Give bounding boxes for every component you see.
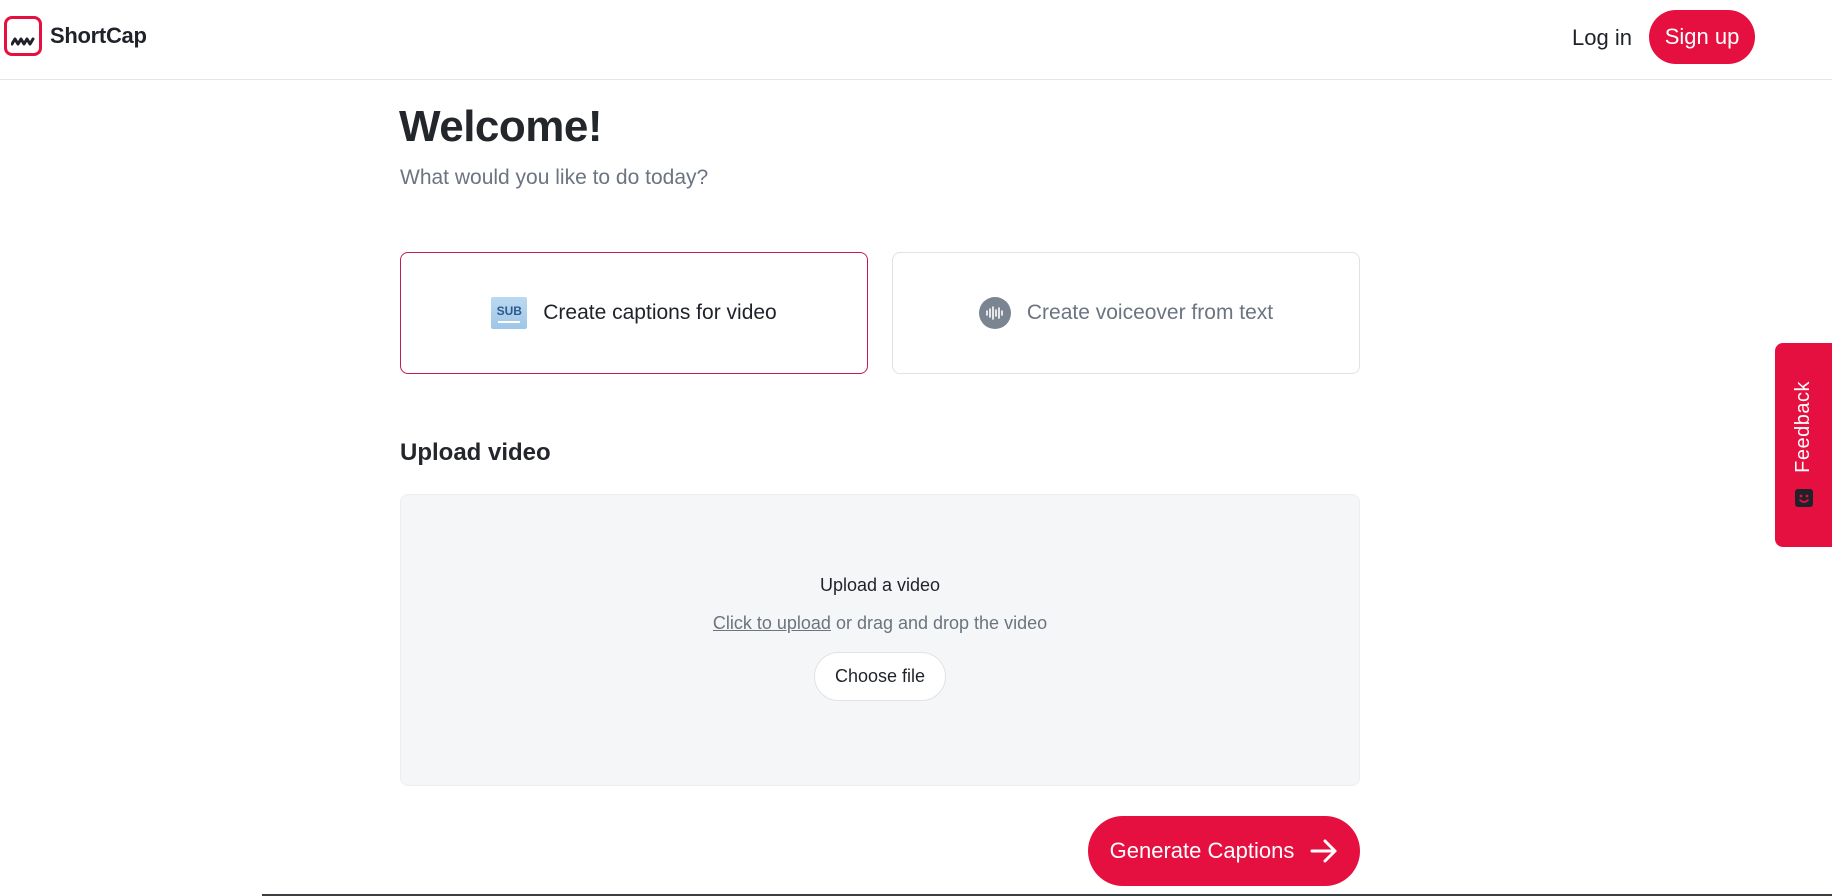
- upload-section-title: Upload video: [400, 439, 551, 466]
- page-subtitle: What would you like to do today?: [400, 166, 709, 189]
- create-voiceover-option[interactable]: Create voiceover from text: [892, 252, 1360, 374]
- sub-icon-text: SUB: [496, 303, 522, 318]
- login-link[interactable]: Log in: [1572, 24, 1632, 52]
- choose-file-button[interactable]: Choose file: [814, 652, 946, 701]
- brand-name: ShortCap: [50, 23, 147, 48]
- page-title: Welcome!: [399, 102, 603, 151]
- sub-icon: SUB: [491, 297, 528, 329]
- click-to-upload-link[interactable]: Click to upload: [713, 613, 831, 633]
- upload-dropzone[interactable]: Upload a video Click to upload or drag a…: [400, 494, 1360, 786]
- generate-captions-button[interactable]: Generate Captions: [1088, 816, 1360, 886]
- create-captions-option[interactable]: SUB Create captions for video: [400, 252, 868, 374]
- arrow-right-icon: [1310, 839, 1337, 863]
- shortcap-logo-icon: [4, 16, 42, 56]
- feedback-tab[interactable]: Feedback: [1775, 343, 1832, 547]
- signup-button[interactable]: Sign up: [1649, 10, 1755, 64]
- option-label: Create voiceover from text: [1026, 301, 1274, 324]
- brand-logo[interactable]: ShortCap: [4, 16, 147, 56]
- upload-hint: Click to upload or drag and drop the vid…: [401, 613, 1359, 634]
- upload-hint-text: or drag and drop the video: [830, 613, 1048, 633]
- generate-captions-label: Generate Captions: [1109, 838, 1295, 863]
- top-nav: ShortCap Log in Sign up: [0, 0, 1832, 80]
- feedback-label: Feedback: [1792, 381, 1814, 473]
- upload-title: Upload a video: [819, 575, 941, 595]
- audio-wave-icon: [978, 297, 1011, 329]
- smiley-chat-icon: [1794, 488, 1813, 507]
- option-label: Create captions for video: [543, 301, 777, 324]
